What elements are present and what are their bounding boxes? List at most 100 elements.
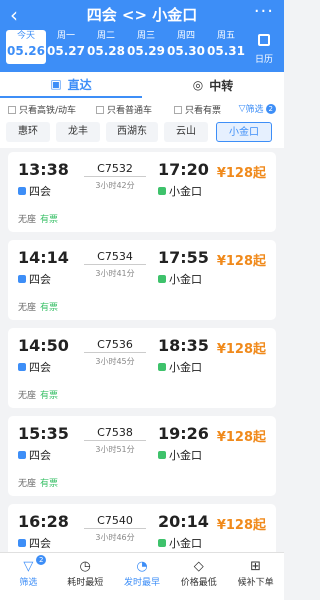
shortest-duration-label: 耗时最短 — [67, 578, 104, 588]
train-card[interactable]: 14:14 C7534 3小时41分 17:55 四会 小金口 ¥128起 无座… — [8, 240, 276, 320]
departure-station: 四会 — [18, 535, 51, 551]
departure-station-name: 四会 — [29, 185, 51, 198]
station-chip[interactable]: 云山 — [164, 122, 208, 142]
calendar-icon — [258, 34, 270, 46]
origin-icon — [18, 275, 26, 283]
station-chip[interactable]: 惠环 — [6, 122, 50, 142]
arrival-time: 18:35 — [158, 336, 209, 355]
seat-availability: 有票 — [40, 391, 59, 401]
arrival-time: 17:20 — [158, 160, 209, 179]
train-number: C7538 — [97, 426, 133, 439]
screen-button[interactable]: ▽ 筛选 2 — [239, 102, 276, 115]
arrival-station-name: 小金口 — [169, 449, 202, 462]
station-chip-selected[interactable]: 小金口 — [216, 122, 272, 142]
date-item[interactable]: 周一 05.27 — [46, 30, 86, 64]
departure-station: 四会 — [18, 359, 51, 375]
high-speed-checkbox[interactable]: 只看高铁/动车 — [8, 103, 76, 116]
earliest-departure-button[interactable]: ◔ 发时最早 — [114, 553, 171, 600]
seat-type: 无座 — [18, 303, 37, 313]
train-card[interactable]: 16:28 C7540 3小时46分 20:14 四会 小金口 ¥128起 — [8, 504, 276, 552]
seat-status: 无座 有票 — [18, 300, 58, 313]
date-item[interactable]: 周二 05.28 — [86, 30, 126, 64]
station-chip[interactable]: 龙丰 — [56, 122, 100, 142]
departure-station-name: 四会 — [29, 273, 51, 286]
tab-transfer[interactable]: ◎ 中转 — [142, 72, 284, 98]
price-tag-icon: ◇ — [193, 559, 204, 574]
seat-availability: 有票 — [40, 215, 59, 225]
arrival-time: 20:14 — [158, 512, 209, 531]
date-weekday: 周五 — [216, 31, 235, 41]
arrival-station-name: 小金口 — [169, 273, 202, 286]
date-item[interactable]: 今天 05.26 — [6, 30, 46, 64]
arrival-station-name: 小金口 — [169, 361, 202, 374]
terminal-icon — [158, 187, 166, 195]
date-value: 05.27 — [47, 44, 85, 58]
train-card[interactable]: 15:35 C7538 3小时51分 19:26 四会 小金口 ¥128起 无座… — [8, 416, 276, 496]
route-line — [84, 176, 146, 177]
screen-label: 筛选 — [245, 105, 264, 115]
train-number: C7536 — [97, 338, 133, 351]
duration: 3小时42分 — [95, 181, 135, 190]
train-card[interactable]: 14:50 C7536 3小时45分 18:35 四会 小金口 ¥128起 无座… — [8, 328, 276, 408]
tab-direct[interactable]: ▣ 直达 — [0, 72, 142, 98]
checkbox-icon — [96, 105, 104, 114]
filter-button[interactable]: ▽ 2 筛选 — [0, 553, 57, 600]
header: ‹ 四会 <> 小金口 ··· 今天 05.26 周一 05.27 周二 05.… — [0, 0, 284, 72]
clock-icon: ◷ — [79, 559, 91, 574]
funnel-icon: ▽ — [238, 103, 246, 114]
early-icon: ◔ — [136, 559, 148, 574]
terminal-icon — [158, 451, 166, 459]
more-icon[interactable]: ··· — [254, 1, 274, 22]
departure-station: 四会 — [18, 271, 51, 287]
date-item[interactable]: 周五 05.31 — [206, 30, 246, 64]
waitlist-order-label: 候补下单 — [237, 578, 274, 588]
filter-label: 筛选 — [19, 578, 38, 588]
seat-type: 无座 — [18, 391, 37, 401]
normal-train-label: 只看普通车 — [107, 106, 153, 116]
date-weekday: 周一 — [56, 31, 75, 41]
screen-badge: 2 — [265, 103, 276, 114]
filter-icon: ▽ — [23, 559, 34, 574]
date-value: 05.28 — [87, 44, 125, 58]
high-speed-label: 只看高铁/动车 — [19, 106, 77, 116]
date-item[interactable]: 周三 05.29 — [126, 30, 166, 64]
duration: 3小时45分 — [95, 357, 135, 366]
price: ¥128起 — [216, 518, 266, 533]
arrival-station: 小金口 — [158, 535, 202, 551]
tab-direct-label: 直达 — [67, 77, 92, 92]
origin-icon — [18, 363, 26, 371]
price: ¥128起 — [216, 430, 266, 445]
price: ¥128起 — [216, 254, 266, 269]
lowest-price-label: 价格最低 — [180, 578, 217, 588]
arrival-time: 19:26 — [158, 424, 209, 443]
arrival-station-name: 小金口 — [169, 185, 202, 198]
duration: 3小时51分 — [95, 445, 135, 454]
arrival-station: 小金口 — [158, 271, 202, 287]
departure-time: 14:14 — [18, 248, 69, 267]
calendar-button[interactable]: 日历 — [252, 34, 276, 66]
page-title: 四会 <> 小金口 — [86, 6, 198, 24]
normal-train-checkbox[interactable]: 只看普通车 — [96, 103, 152, 116]
tab-transfer-label: 中转 — [209, 78, 234, 93]
checkbox-icon — [8, 105, 16, 114]
seat-availability: 有票 — [40, 303, 59, 313]
route-line — [84, 264, 146, 265]
departure-station-name: 四会 — [29, 449, 51, 462]
departure-time: 15:35 — [18, 424, 69, 443]
departure-station: 四会 — [18, 447, 51, 463]
origin-icon — [18, 539, 26, 547]
available-only-checkbox[interactable]: 只看有票 — [174, 103, 221, 116]
arrival-station-name: 小金口 — [169, 537, 202, 550]
shortest-duration-button[interactable]: ◷ 耗时最短 — [57, 553, 114, 600]
departure-station: 四会 — [18, 183, 51, 199]
waitlist-order-button[interactable]: ⊞ 候补下单 — [227, 553, 284, 600]
date-item[interactable]: 周四 05.30 — [166, 30, 206, 64]
date-selector: 今天 05.26 周一 05.27 周二 05.28 周三 05.29 周四 0… — [6, 30, 246, 64]
station-chip[interactable]: 西湖东 — [106, 122, 158, 142]
seat-type: 无座 — [18, 479, 37, 489]
lowest-price-button[interactable]: ◇ 价格最低 — [170, 553, 227, 600]
departure-station-name: 四会 — [29, 361, 51, 374]
train-card[interactable]: 13:38 C7532 3小时42分 17:20 四会 小金口 ¥128起 无座… — [8, 152, 276, 232]
seat-status: 无座 有票 — [18, 388, 58, 401]
seat-availability: 有票 — [40, 479, 59, 489]
